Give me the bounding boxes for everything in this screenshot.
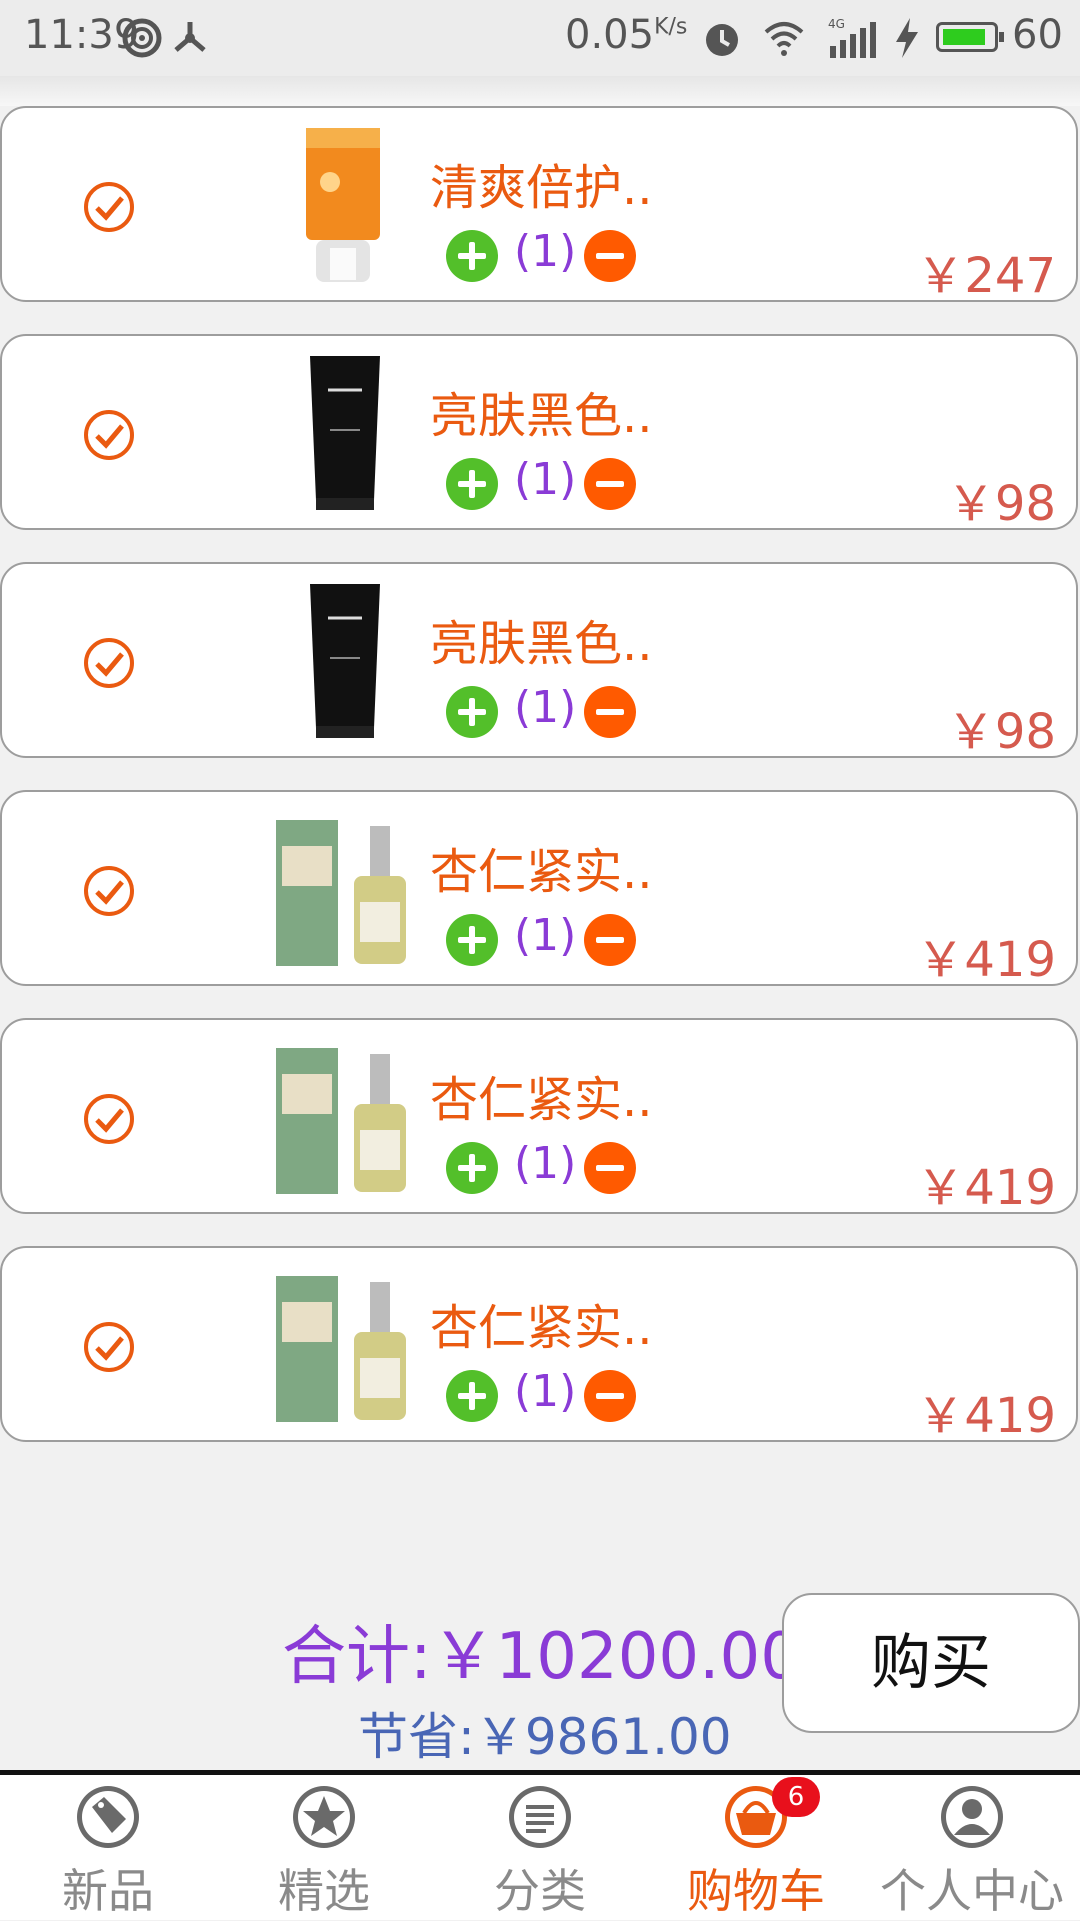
cart-item: 杏仁紧实.. (1) ￥419 (0, 1246, 1078, 1444)
plus-icon[interactable] (446, 1370, 498, 1422)
cart-item: 杏仁紧实.. (1) ￥419 (0, 790, 1078, 988)
product-name[interactable]: 杏仁紧实.. (430, 1060, 653, 1130)
quantity-value: (1) (514, 682, 577, 733)
minus-icon[interactable] (584, 914, 636, 966)
plus-icon[interactable] (446, 686, 498, 738)
product-price: ￥419 (916, 1388, 1056, 1444)
checkbox-checked-icon[interactable] (82, 1092, 136, 1146)
checkbox-checked-icon[interactable] (82, 1320, 136, 1374)
product-price: ￥98 (946, 476, 1056, 532)
minus-icon[interactable] (584, 1370, 636, 1422)
checkbox-checked-icon[interactable] (82, 408, 136, 462)
tab-label: 购物车 (687, 1864, 825, 1918)
alarm-icon (706, 24, 738, 56)
product-name[interactable]: 杏仁紧实.. (430, 832, 653, 902)
quantity-value: (1) (514, 910, 577, 961)
cart-item: 亮肤黑色.. (1) ￥98 (0, 334, 1078, 532)
cart-item: 杏仁紧实.. (1) ￥419 (0, 1018, 1078, 1216)
hotspot-icon (122, 18, 162, 58)
plus-icon[interactable] (446, 458, 498, 510)
product-image (310, 584, 380, 738)
product-image (276, 820, 406, 966)
minus-icon[interactable] (584, 1142, 636, 1194)
minus-icon[interactable] (584, 458, 636, 510)
quantity-value: (1) (514, 454, 577, 505)
product-price: ￥98 (946, 704, 1056, 760)
tab-profile[interactable]: 个人中心 (864, 1775, 1080, 1920)
list-icon (509, 1786, 571, 1848)
tab-label: 分类 (494, 1864, 586, 1918)
savings-amount: 节省:￥9861.00 (358, 1708, 732, 1766)
tab-categories[interactable]: 分类 (432, 1775, 648, 1920)
tab-label: 个人中心 (880, 1864, 1064, 1918)
product-name[interactable]: 杏仁紧实.. (430, 1288, 653, 1358)
share-network-icon (174, 22, 206, 52)
tab-label: 新品 (62, 1864, 154, 1918)
plus-icon[interactable] (446, 1142, 498, 1194)
tag-icon (77, 1786, 139, 1848)
battery-level: 60 (1012, 12, 1063, 58)
cart-item: 亮肤黑色.. (1) ￥98 (0, 562, 1078, 760)
star-icon (293, 1786, 355, 1848)
tab-featured[interactable]: 精选 (216, 1775, 432, 1920)
checkbox-checked-icon[interactable] (82, 180, 136, 234)
product-image (306, 128, 380, 282)
product-price: ￥419 (916, 1160, 1056, 1216)
product-image (310, 356, 380, 510)
product-price: ￥247 (916, 248, 1056, 304)
buy-button[interactable]: 购买 (782, 1593, 1080, 1733)
tab-label: 精选 (278, 1864, 370, 1918)
quantity-value: (1) (514, 1138, 577, 1189)
checkbox-checked-icon[interactable] (82, 864, 136, 918)
product-image (276, 1276, 406, 1422)
product-image (276, 1048, 406, 1194)
tab-new[interactable]: 新品 (0, 1775, 216, 1920)
quantity-value: (1) (514, 1366, 577, 1417)
signal-icon: 4G (828, 17, 876, 58)
minus-icon[interactable] (584, 230, 636, 282)
order-total: 合计:￥10200.00 (282, 1620, 801, 1694)
product-name[interactable]: 亮肤黑色.. (430, 376, 653, 446)
checkbox-checked-icon[interactable] (82, 636, 136, 690)
product-name[interactable]: 亮肤黑色.. (430, 604, 653, 674)
wifi-icon (764, 22, 804, 56)
product-price: ￥419 (916, 932, 1056, 988)
quantity-value: (1) (514, 226, 577, 277)
plus-icon[interactable] (446, 914, 498, 966)
svg-text:4G: 4G (828, 17, 845, 31)
product-name[interactable]: 清爽倍护.. (430, 148, 653, 218)
bottom-tab-bar: 新品 精选 分类 6 购物车 个人中心 (0, 1770, 1080, 1920)
tab-cart[interactable]: 6 购物车 (648, 1775, 864, 1920)
plus-icon[interactable] (446, 230, 498, 282)
cart-count-badge: 6 (772, 1777, 820, 1817)
cart-item: 清爽倍护.. (1) ￥247 (0, 106, 1078, 304)
person-icon (941, 1786, 1003, 1848)
network-speed: 0.05K/s (565, 12, 688, 58)
battery-icon (936, 22, 1004, 52)
charging-icon (896, 18, 918, 58)
minus-icon[interactable] (584, 686, 636, 738)
status-bar: 11:39 0.05K/s 4G 60 (0, 0, 1080, 76)
